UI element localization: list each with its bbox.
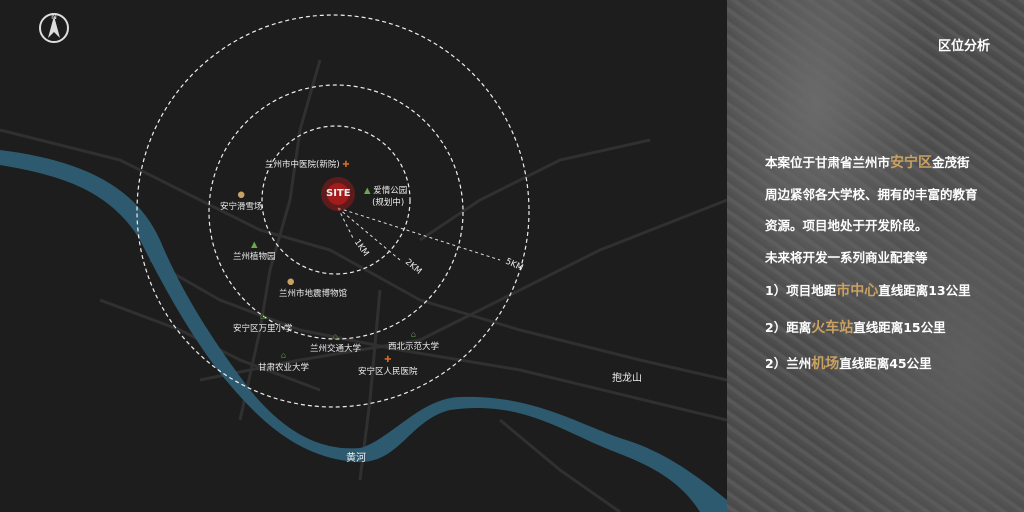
- poi-botanical-garden[interactable]: ▲ 兰州植物园: [233, 240, 276, 262]
- poi-label: 兰州市地震博物馆: [279, 289, 348, 299]
- compass-icon: [39, 13, 69, 43]
- school-icon: ⌂: [280, 351, 287, 361]
- desc-line-2: 周边紧邻各大学校、拥有的丰富的教育: [765, 187, 978, 202]
- poi-label: 安宁滑雪场: [220, 202, 263, 212]
- poi-tcm-hospital[interactable]: 兰州市中医院(新院) ✚: [265, 158, 349, 170]
- pin-icon: ●: [237, 190, 245, 200]
- desc-line-1: 本案位于甘肃省兰州市安宁区金茂街: [765, 155, 970, 171]
- poi-love-park[interactable]: ▲ 爱情公园 (规划中): [364, 184, 407, 208]
- poi-earthquake-museum[interactable]: ● 兰州市地震博物馆: [279, 277, 347, 299]
- distance-train-station: 2）距离火车站直线距离15公里: [765, 320, 946, 336]
- hospital-icon: ✚: [384, 355, 392, 365]
- distance-city-center: 1）项目地距市中心直线距离13公里: [765, 283, 971, 299]
- north-arrow: N: [38, 12, 70, 43]
- poi-label: 爱情公园: [373, 186, 408, 196]
- school-icon: ⌂: [260, 312, 266, 322]
- poi-label: 兰州植物园: [233, 252, 276, 262]
- distance-airport: 2）兰州机场直线距离45公里: [765, 356, 932, 372]
- poi-label: 甘肃农业大学: [258, 363, 310, 373]
- poi-ski-resort[interactable]: ● 安宁滑雪场: [220, 190, 263, 212]
- poi-sublabel: (规划中): [372, 198, 405, 208]
- park-icon: ▲: [364, 186, 371, 196]
- poi-agricultural-university[interactable]: ⌂ 甘肃农业大学: [258, 351, 309, 373]
- park-icon: ▲: [250, 240, 258, 250]
- poi-label: 兰州交通大学: [310, 344, 362, 354]
- location-map[interactable]: N SITE 1KM 2KM 5KM 兰州市中医院(新院) ✚ ▲ 爱情公园 (…: [0, 0, 727, 512]
- highlight-district: 安宁区: [890, 155, 933, 171]
- poi-label: 西北示范大学: [388, 342, 440, 352]
- mountain-label: 抱龙山: [612, 373, 642, 384]
- pin-icon: ●: [287, 277, 295, 287]
- hospital-icon: ✚: [342, 160, 350, 170]
- desc-line-3: 资源。项目地处于开发阶段。: [765, 218, 928, 233]
- info-panel: 区位分析 本案位于甘肃省兰州市安宁区金茂街 周边紧邻各大学校、拥有的丰富的教育 …: [727, 0, 1024, 512]
- poi-label: 安宁区万里小学: [233, 324, 293, 334]
- poi-label: 安宁区人民医院: [358, 367, 418, 377]
- site-marker[interactable]: SITE: [326, 188, 351, 199]
- school-icon: ⌂: [410, 330, 417, 340]
- poi-people-hospital[interactable]: ✚ 安宁区人民医院: [358, 355, 418, 377]
- poi-wanli-school[interactable]: ⌂ 安宁区万里小学: [233, 312, 293, 334]
- panel-title: 区位分析: [937, 39, 990, 54]
- poi-northwest-normal-university[interactable]: ⌂ 西北示范大学: [388, 330, 439, 352]
- poi-jiaotong-university[interactable]: ⌂ 兰州交通大学: [310, 332, 361, 354]
- poi-label: 兰州市中医院(新院): [265, 160, 340, 170]
- river-label: 黄河: [346, 453, 366, 464]
- desc-line-4: 未来将开发一系列商业配套等: [765, 250, 928, 265]
- school-icon: ⌂: [332, 332, 339, 342]
